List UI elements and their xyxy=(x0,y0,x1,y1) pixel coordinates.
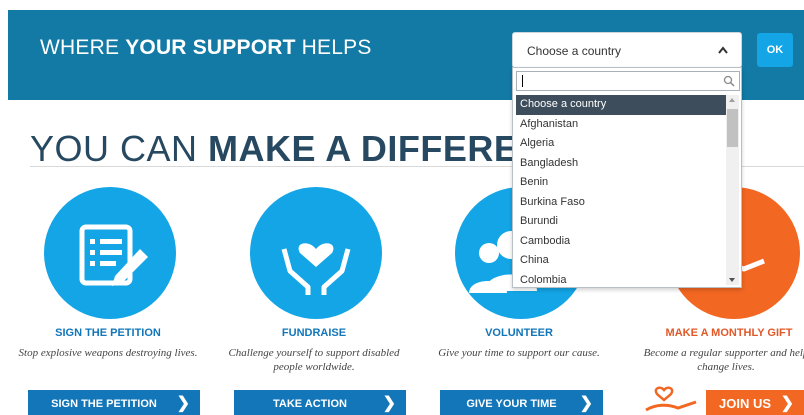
country-option-list: Choose a country Afghanistan Algeria Ban… xyxy=(516,95,726,290)
card-title-petition: SIGN THE PETITION xyxy=(55,327,161,339)
search-icon xyxy=(723,75,735,87)
country-option[interactable]: Cambodia xyxy=(516,232,726,252)
hand-heart-icon xyxy=(645,386,697,412)
hands-heart-icon[interactable] xyxy=(250,187,382,319)
page-headline: YOU CAN MAKE A DIFFERENC xyxy=(30,128,572,169)
scroll-up-arrow-icon[interactable] xyxy=(729,98,735,102)
dropdown-scrollbar[interactable] xyxy=(726,95,739,285)
country-option[interactable]: Burkina Faso xyxy=(516,193,726,213)
ok-button[interactable]: OK xyxy=(757,33,793,67)
country-dropdown: Choose a country Afghanistan Algeria Ban… xyxy=(512,67,742,288)
petition-form-icon[interactable] xyxy=(44,187,176,319)
card-desc-volunteer: Give your time to support our cause. xyxy=(438,347,600,359)
country-option[interactable]: Afghanistan xyxy=(516,115,726,135)
card-desc-fundraise: Challenge yourself to support disabled p… xyxy=(228,347,400,373)
take-action-button[interactable]: TAKE ACTION ❯ xyxy=(234,390,406,415)
text-caret xyxy=(522,75,523,87)
give-your-time-button[interactable]: GIVE YOUR TIME ❯ xyxy=(440,390,603,415)
card-title-fundraise: FUNDRAISE xyxy=(281,327,347,339)
chevron-right-icon: ❯ xyxy=(780,395,794,412)
scroll-down-arrow-icon[interactable] xyxy=(729,278,735,282)
chevron-right-icon: ❯ xyxy=(176,395,190,412)
country-option[interactable]: Colombia xyxy=(516,271,726,291)
scrollbar-thumb[interactable] xyxy=(727,109,738,147)
country-option[interactable]: China xyxy=(516,251,726,271)
give-your-time-button-label: GIVE YOUR TIME xyxy=(466,398,557,410)
card-title-monthly-gift: MAKE A MONTHLY GIFT xyxy=(665,327,793,339)
sign-petition-button[interactable]: SIGN THE PETITION ❯ xyxy=(28,390,200,415)
country-select-value: Choose a country xyxy=(527,44,622,58)
country-option[interactable]: Algeria xyxy=(516,134,726,154)
chevron-right-icon: ❯ xyxy=(579,395,593,412)
country-select[interactable]: Choose a country xyxy=(512,32,742,68)
card-title-volunteer: VOLUNTEER xyxy=(485,327,553,339)
country-option[interactable]: Benin xyxy=(516,173,726,193)
country-option[interactable]: Choose a country xyxy=(516,95,726,115)
join-us-button[interactable]: JOIN US ❯ xyxy=(706,390,804,415)
sign-petition-button-label: SIGN THE PETITION xyxy=(51,398,157,410)
chevron-up-icon xyxy=(718,46,728,54)
card-desc-petition: Stop explosive weapons destroying lives. xyxy=(18,347,198,359)
country-search-input[interactable] xyxy=(516,71,740,91)
banner-title: WHERE YOUR SUPPORT HELPS xyxy=(40,36,372,59)
country-option[interactable]: Bangladesh xyxy=(516,154,726,174)
country-option[interactable]: Burundi xyxy=(516,212,726,232)
card-desc-monthly-gift: Become a regular supporter and help chan… xyxy=(643,347,804,373)
chevron-right-icon: ❯ xyxy=(382,395,396,412)
take-action-button-label: TAKE ACTION xyxy=(273,398,347,410)
